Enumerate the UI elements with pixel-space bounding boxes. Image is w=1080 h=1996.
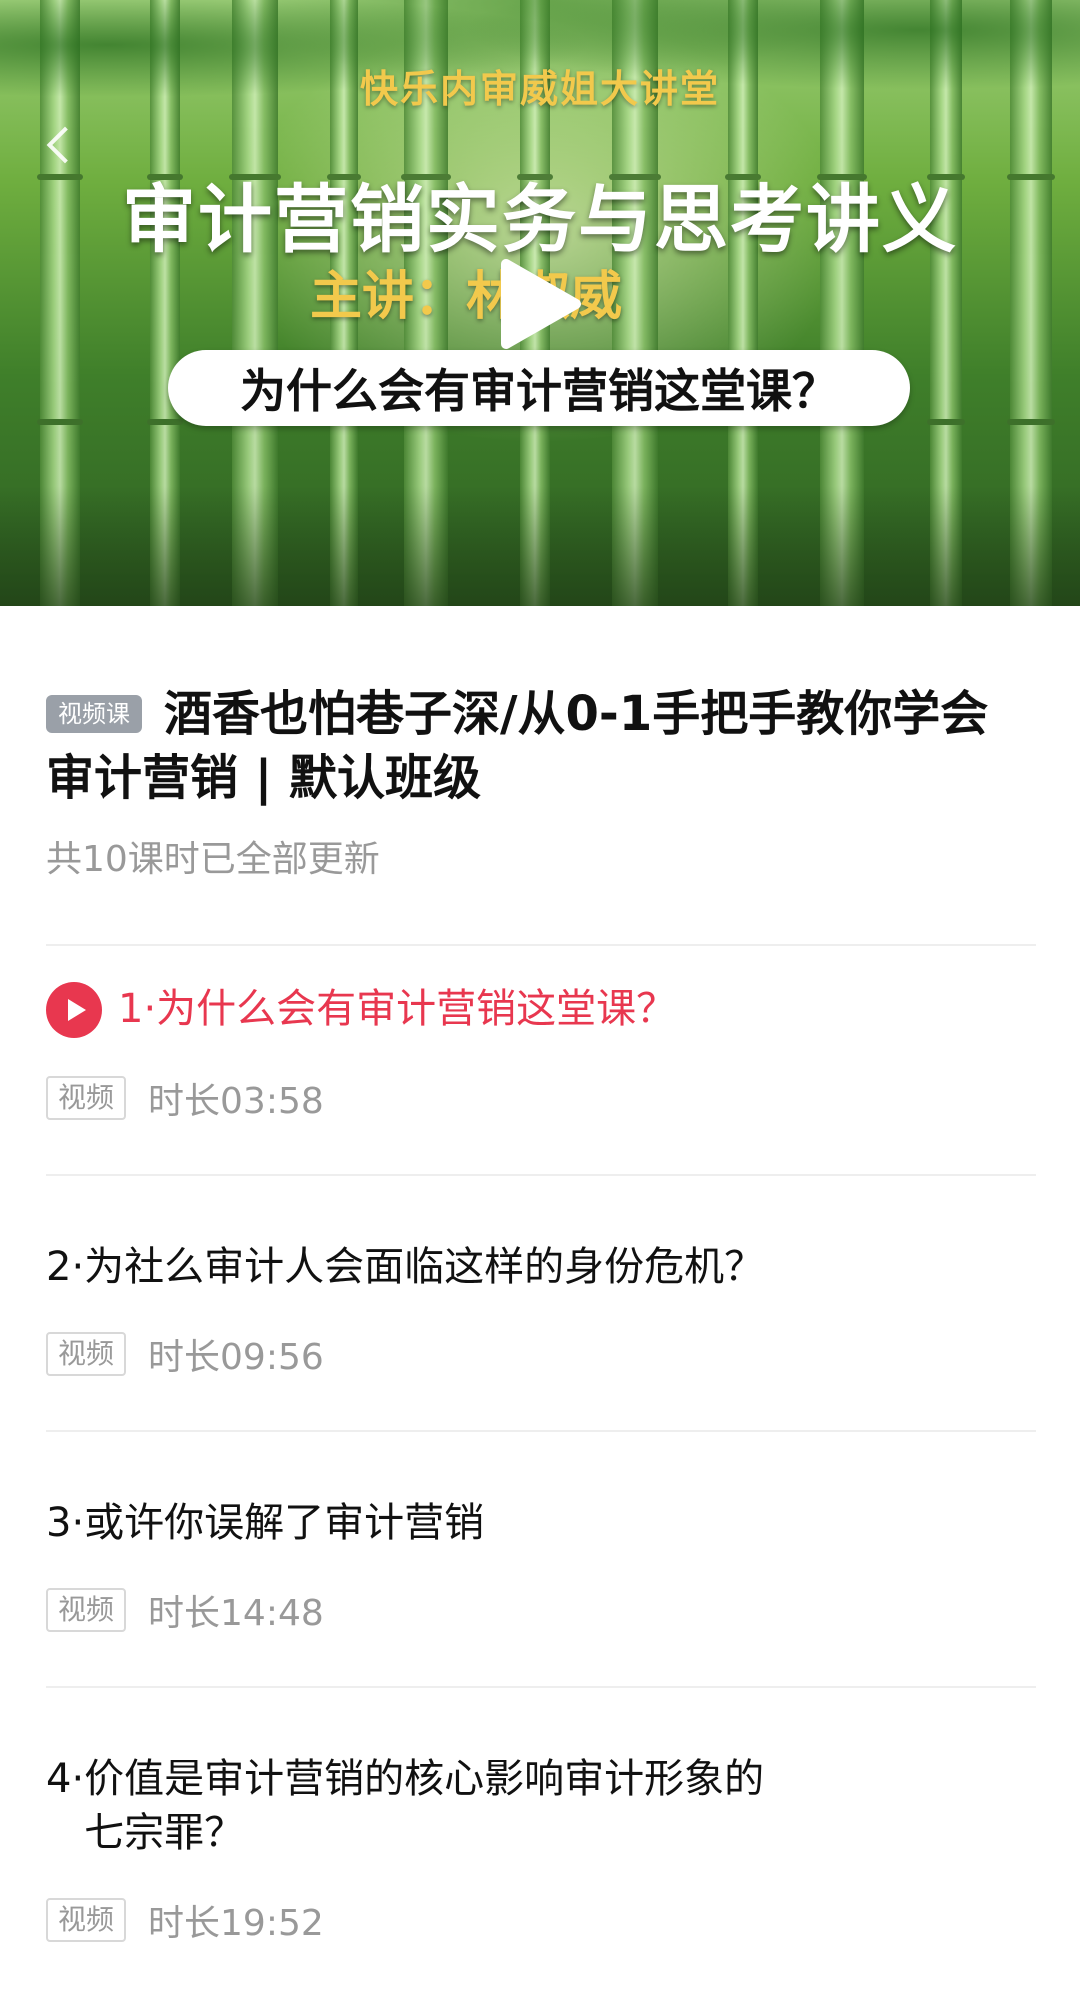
lesson-meta: 视频 时长03:58 [46, 1072, 1036, 1124]
lesson-title-text: 价值是审计营销的核心影响审计形象的七宗罪？ [84, 1756, 765, 1856]
lesson-number: 1· [118, 986, 157, 1032]
lesson-title: 4· 价值是审计营销的核心影响审计形象的七宗罪？ [46, 1752, 1036, 1860]
lesson-duration: 时长03:58 [148, 1081, 324, 1122]
lesson-meta: 视频 时长14:48 [46, 1584, 1036, 1636]
lesson-title-text: 或许你误解了审计营销 [84, 1500, 485, 1546]
lesson-title: 1· 为什么会有审计营销这堂课？ [46, 982, 1036, 1038]
course-info: 视频课 酒香也怕巷子深/从0-1手把手教你学会审计营销 | 默认班级 共10课时已… [46, 682, 1036, 882]
lesson-item[interactable]: 1· 为什么会有审计营销这堂课？ 视频 时长03:58 [46, 944, 1036, 1174]
video-tag: 视频 [46, 1898, 127, 1942]
course-title: 视频课 酒香也怕巷子深/从0-1手把手教你学会审计营销 | 默认班级 [46, 682, 1036, 810]
lesson-meta: 视频 时长09:56 [46, 1328, 1036, 1380]
course-lesson-count: 共10课时已全部更新 [46, 839, 380, 880]
lesson-item[interactable]: 4· 价值是审计营销的核心影响审计形象的七宗罪？ 视频 时长19:52 [46, 1686, 1036, 1996]
video-tag: 视频 [46, 1076, 127, 1120]
banner-course-title: 审计营销实务与思考讲义 [122, 177, 958, 263]
lesson-item[interactable]: 2· 为社么审计人会面临这样的身份危机？ 视频 时长09:56 [46, 1174, 1036, 1430]
lesson-duration: 时长14:48 [148, 1593, 324, 1634]
play-circle-icon [46, 982, 102, 1038]
video-course-badge: 视频课 [46, 695, 142, 733]
course-title-text: 酒香也怕巷子深/从0-1手把手教你学会审计营销 | 默认班级 [46, 686, 989, 806]
lesson-number: 3· [46, 1500, 85, 1546]
lesson-title: 2· 为社么审计人会面临这样的身份危机？ [46, 1240, 1036, 1294]
banner-episode-title: 为什么会有审计营销这堂课？ [168, 350, 910, 426]
lesson-title-text: 为社么审计人会面临这样的身份危机？ [84, 1244, 765, 1290]
play-icon[interactable] [488, 254, 588, 354]
lesson-item[interactable]: 3· 或许你误解了审计营销 视频 时长14:48 [46, 1430, 1036, 1686]
ground-decoration [0, 486, 1080, 606]
lesson-title-text: 为什么会有审计营销这堂课？ [156, 986, 677, 1032]
video-tag: 视频 [46, 1332, 127, 1376]
lesson-title: 3· 或许你误解了审计营销 [46, 1496, 1036, 1550]
lesson-duration: 时长09:56 [148, 1337, 324, 1378]
video-player[interactable]: 快乐内审威姐大讲堂 审计营销实务与思考讲义 主讲：林淑威 为什么会有审计营销这堂… [0, 0, 1080, 606]
video-tag: 视频 [46, 1588, 127, 1632]
lesson-number: 4· [46, 1756, 85, 1802]
lesson-list: 1· 为什么会有审计营销这堂课？ 视频 时长03:58 2· 为社么审计人会面临… [46, 944, 1036, 1996]
lesson-number: 2· [46, 1244, 85, 1290]
lesson-meta: 视频 时长19:52 [46, 1894, 1036, 1946]
lesson-duration: 时长19:52 [148, 1903, 324, 1944]
banner-series-title: 快乐内审威姐大讲堂 [359, 67, 720, 111]
